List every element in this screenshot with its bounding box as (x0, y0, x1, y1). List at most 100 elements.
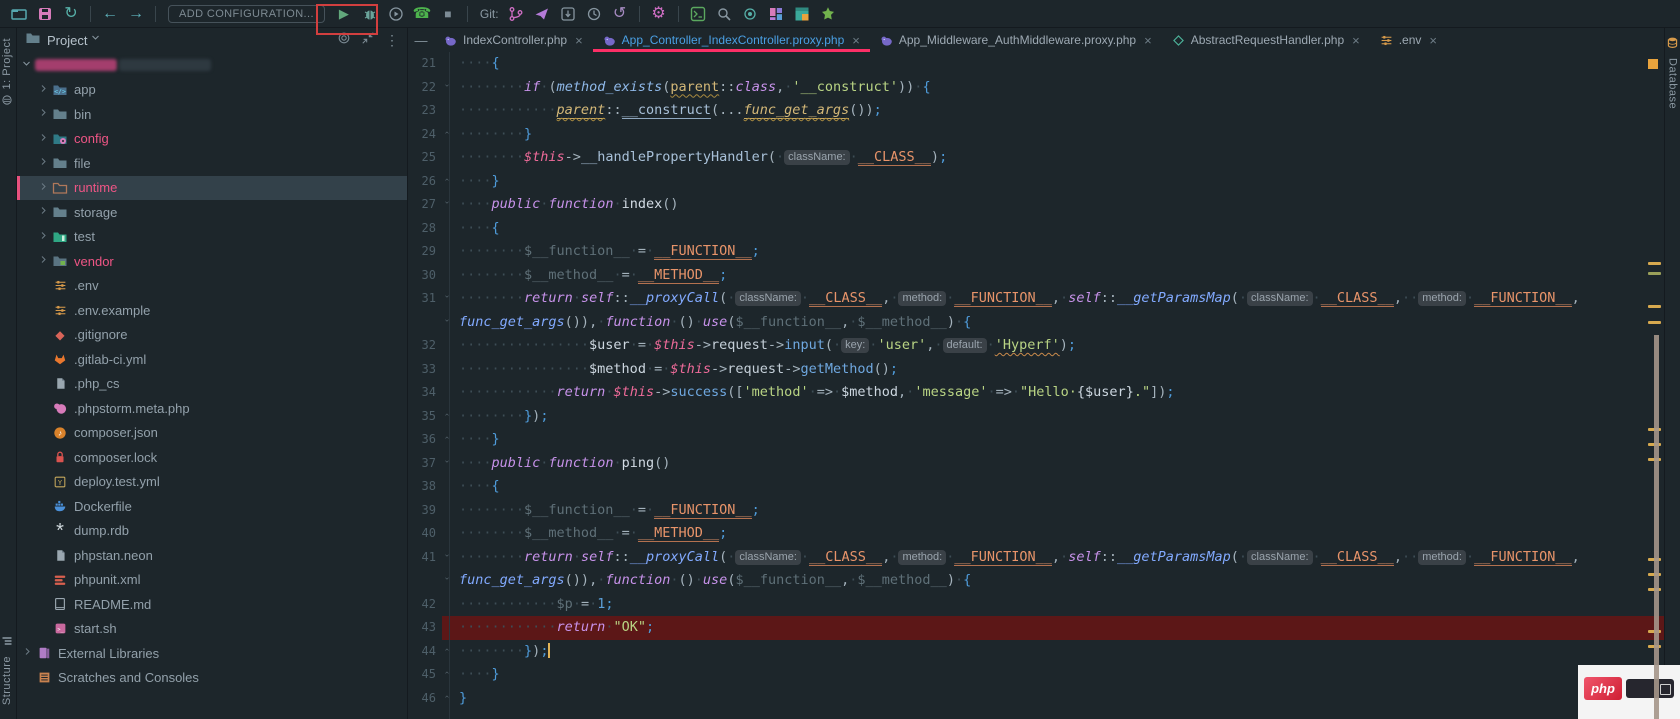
plugin-icon[interactable] (817, 3, 839, 25)
tree-item-phpstan-neon[interactable]: phpstan.neon (17, 543, 407, 568)
tree-item-project-root[interactable] (17, 53, 407, 78)
tool-button-structure[interactable]: Structure (1, 634, 13, 705)
tree-item-vendor[interactable]: vendor (17, 249, 407, 274)
chevron-right-icon[interactable] (38, 133, 52, 145)
close-tab-icon[interactable]: × (852, 33, 860, 48)
chevron-right-icon[interactable] (38, 157, 52, 169)
tree-item-phpunit-xml[interactable]: phpunit.xml (17, 568, 407, 593)
locate-icon[interactable] (739, 3, 761, 25)
chevron-right-icon[interactable] (38, 255, 52, 267)
line-number[interactable]: 38 (408, 475, 442, 499)
tab-indexcontroller-php[interactable]: IndexController.php× (434, 28, 593, 52)
line-number[interactable]: 42 (408, 593, 442, 617)
git-update-icon[interactable] (557, 3, 579, 25)
tree-item--env[interactable]: .env (17, 274, 407, 299)
run-icon[interactable]: ▶ (333, 3, 355, 25)
git-push-icon[interactable] (531, 3, 553, 25)
collapse-all-icon[interactable] (361, 31, 375, 50)
chevron-right-icon[interactable] (38, 84, 52, 96)
close-tab-icon[interactable]: × (1144, 33, 1152, 48)
line-number[interactable]: 31 (408, 287, 442, 311)
tab--env[interactable]: .env× (1370, 28, 1447, 52)
line-number[interactable]: 36 (408, 428, 442, 452)
tree-item--env-example[interactable]: .env.example (17, 298, 407, 323)
sync-icon[interactable]: ↻ (60, 3, 82, 25)
tree-item-composer-json[interactable]: ♪composer.json (17, 421, 407, 446)
tree-item-test[interactable]: test (17, 225, 407, 250)
editor-scrollbar[interactable] (1654, 335, 1659, 719)
forward-icon[interactable]: → (125, 3, 147, 25)
line-number[interactable]: 45 (408, 663, 442, 687)
line-number[interactable]: 44 (408, 640, 442, 664)
hide-tabs-icon[interactable]: — (408, 28, 434, 52)
tree-item--gitlab-ci-yml[interactable]: .gitlab-ci.yml (17, 347, 407, 372)
tree-item-start-sh[interactable]: >_start.sh (17, 617, 407, 642)
line-number[interactable]: 25 (408, 146, 442, 170)
tab-app-controller-indexcontroller-proxy-php[interactable]: App_Controller_IndexController.proxy.php… (593, 28, 870, 52)
line-number[interactable]: 29 (408, 240, 442, 264)
tree-item-config[interactable]: config (17, 127, 407, 152)
line-number[interactable]: 37 (408, 452, 442, 476)
line-number[interactable]: 41 (408, 546, 442, 570)
open-folder-icon[interactable] (8, 3, 30, 25)
close-tab-icon[interactable]: × (575, 33, 583, 48)
line-number[interactable]: 27 (408, 193, 442, 217)
line-number[interactable]: 21 (408, 52, 442, 76)
line-number[interactable] (408, 311, 442, 335)
tool-windows-icon[interactable] (791, 3, 813, 25)
tool-button-database[interactable]: Database (1666, 36, 1679, 109)
tree-item-storage[interactable]: storage (17, 200, 407, 225)
line-number[interactable]: 40 (408, 522, 442, 546)
attach-phone-icon[interactable]: ☎ (411, 3, 433, 25)
line-number[interactable]: 30 (408, 264, 442, 288)
tree-item-file[interactable]: file (17, 151, 407, 176)
stop-icon[interactable]: ■ (437, 3, 459, 25)
warning-stripe-mark[interactable] (1648, 305, 1661, 308)
settings-gear-icon[interactable]: ⚙ (648, 3, 670, 25)
tree-item-readme-md[interactable]: README.md (17, 592, 407, 617)
save-all-icon[interactable] (34, 3, 56, 25)
tree-item-composer-lock[interactable]: composer.lock (17, 445, 407, 470)
line-number[interactable]: 33 (408, 358, 442, 382)
panel-options-kebab-icon[interactable]: ⋮ (385, 32, 399, 49)
chevron-down-icon[interactable] (21, 59, 35, 71)
git-branch-icon[interactable] (505, 3, 527, 25)
close-tab-icon[interactable]: × (1352, 33, 1360, 48)
line-number[interactable]: 24 (408, 123, 442, 147)
debug-icon[interactable] (359, 3, 381, 25)
tree-item-app[interactable]: </>app (17, 78, 407, 103)
line-number[interactable]: 22 (408, 76, 442, 100)
line-number[interactable]: 32 (408, 334, 442, 358)
warning-stripe-mark[interactable] (1648, 321, 1661, 324)
tool-button-project[interactable]: 1: Project (1, 38, 13, 111)
line-number[interactable]: 23 (408, 99, 442, 123)
chevron-right-icon[interactable] (38, 182, 52, 194)
tree-item--gitignore[interactable]: ◆.gitignore (17, 323, 407, 348)
history-icon[interactable] (583, 3, 605, 25)
chevron-right-icon[interactable] (38, 108, 52, 120)
tree-item-runtime[interactable]: runtime (17, 176, 407, 201)
terminal-icon[interactable] (687, 3, 709, 25)
tree-item-deploy-test-yml[interactable]: Ydeploy.test.yml (17, 470, 407, 495)
tab-abstractrequesthandler-php[interactable]: AbstractRequestHandler.php× (1162, 28, 1370, 52)
back-icon[interactable]: ← (99, 3, 121, 25)
tree-item-scratches-and-consoles[interactable]: Scratches and Consoles (17, 666, 407, 691)
tree-item-dump-rdb[interactable]: *dump.rdb (17, 519, 407, 544)
ui-grid-icon[interactable] (765, 3, 787, 25)
close-tab-icon[interactable]: × (1429, 33, 1437, 48)
line-number[interactable]: 39 (408, 499, 442, 523)
coverage-icon[interactable] (385, 3, 407, 25)
chevron-down-icon[interactable] (91, 32, 103, 50)
line-number[interactable]: 43 (408, 616, 442, 640)
run-configuration-select[interactable]: ADD CONFIGURATION... (168, 5, 325, 23)
chevron-right-icon[interactable] (22, 647, 36, 659)
chevron-right-icon[interactable] (38, 206, 52, 218)
locate-target-icon[interactable] (337, 31, 351, 50)
line-number[interactable]: 34 (408, 381, 442, 405)
rollback-icon[interactable]: ↺ (609, 3, 631, 25)
code-editor[interactable]: 21····{22········if·(method_exists(paren… (408, 52, 1664, 719)
tree-item--phpstorm-meta-php[interactable]: .phpstorm.meta.php (17, 396, 407, 421)
tree-item-external-libraries[interactable]: External Libraries (17, 641, 407, 666)
warning-stripe-mark[interactable] (1648, 272, 1661, 275)
line-number[interactable]: 28 (408, 217, 442, 241)
